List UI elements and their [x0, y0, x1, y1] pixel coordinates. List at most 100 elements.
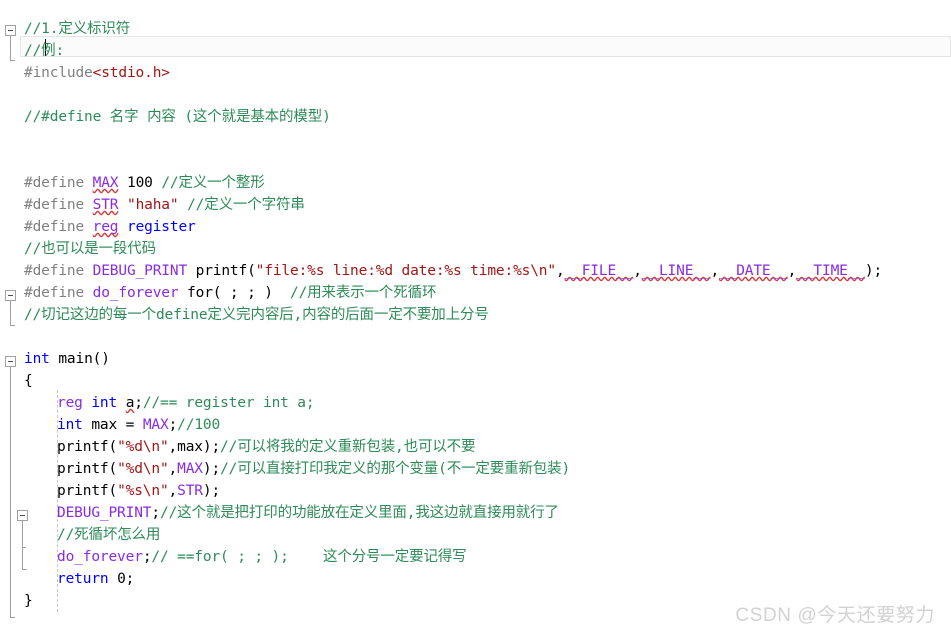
- code-line-5[interactable]: //#define 名字 内容 (这个就是基本的模型): [24, 106, 331, 128]
- code-line-1[interactable]: //1.定义标识符: [24, 18, 130, 40]
- code-line-19[interactable]: int max = MAX;//100: [57, 414, 220, 436]
- token-plain: ;: [151, 505, 160, 521]
- fold-toggle-region-3[interactable]: [5, 356, 16, 367]
- fold-toggle-region-4[interactable]: [17, 510, 28, 521]
- token-plain: ;: [134, 395, 143, 411]
- fold-bracket-tick-region-4: [22, 547, 26, 548]
- token-plain: printf(: [57, 461, 118, 477]
- code-line-21[interactable]: printf("%d\n",MAX);//可以直接打印我定义的那个变量(不一定要…: [57, 458, 570, 480]
- token-pre: #include: [24, 65, 93, 81]
- token-keyword: int: [24, 351, 50, 367]
- code-line-9[interactable]: #define STR "haha" //定义一个字符串: [24, 194, 305, 216]
- code-line-16[interactable]: int main(): [24, 348, 110, 370]
- token-plain: ,: [168, 461, 178, 477]
- token-header: <stdio.h>: [92, 65, 170, 81]
- token-comment: //== register int a;: [142, 395, 315, 411]
- token-comment: //也可以是一段代码: [24, 241, 156, 257]
- token-macro: do_forever: [57, 549, 143, 565]
- token-pre: #define: [24, 285, 93, 301]
- fold-toggle-region-2[interactable]: [5, 290, 16, 301]
- code-line-22[interactable]: printf("%s\n",STR);: [57, 480, 220, 502]
- token-keyword: register: [126, 219, 196, 235]
- token-comment: //切记这边的每一个define定义完内容后,内容的后面一定不要加上分号: [24, 307, 489, 323]
- token-comment: // ==for( ; ; ); 这个分号一定要记得写: [151, 549, 467, 565]
- token-macro: reg: [92, 219, 119, 235]
- code-line-12[interactable]: #define DEBUG_PRINT printf("file:%s line…: [24, 260, 882, 282]
- token-macro: MAX: [92, 175, 119, 191]
- code-line-4[interactable]: [24, 84, 33, 106]
- token-plain: }: [24, 593, 33, 609]
- code-line-17[interactable]: {: [24, 370, 33, 392]
- token-macro: __FILE__: [564, 263, 634, 279]
- token-plain: printf(: [57, 439, 118, 455]
- fold-bracket-region-4: [22, 521, 23, 569]
- token-plain: main(): [49, 351, 110, 367]
- token-string: "haha": [126, 197, 179, 213]
- fold-toggle-region-1[interactable]: [5, 25, 16, 36]
- token-comment: //1.定义标识符: [24, 21, 131, 37]
- token-plain: );: [202, 483, 221, 499]
- token-macro: __TIME__: [796, 263, 865, 279]
- token-plain: ,: [787, 263, 797, 279]
- fold-bracket-end-region-1: [10, 60, 15, 61]
- token-plain: ,: [633, 263, 642, 279]
- code-line-8[interactable]: #define MAX 100 //定义一个整形: [24, 172, 265, 194]
- token-pre: #define: [24, 263, 93, 279]
- code-line-23[interactable]: DEBUG_PRINT;//这个就是把打印的功能放在定义里面,我这边就直接用就行…: [57, 502, 559, 524]
- code-line-10[interactable]: #define reg register: [24, 216, 196, 238]
- token-string: "%d\n": [117, 439, 169, 455]
- code-line-26[interactable]: return 0;: [57, 568, 134, 590]
- token-pre: #define: [24, 197, 93, 213]
- token-comment: //死循坏怎么用: [57, 527, 161, 543]
- watermark: CSDN @今天还要努力: [735, 605, 935, 626]
- token-comment: //#define 名字 内容 (这个就是基本的模型): [24, 109, 331, 125]
- code-editor[interactable]: //1.定义标识符 //例: #include<stdio.h> //#define…: [0, 0, 951, 635]
- token-macro: do_forever: [92, 285, 179, 301]
- token-comment: //定义一个整形: [161, 175, 265, 191]
- code-line-20[interactable]: printf("%d\n",max);//可以将我的定义重新包装,也可以不要: [57, 436, 476, 458]
- token-plain: );: [202, 461, 221, 477]
- code-line-2[interactable]: //例:: [24, 40, 64, 62]
- code-line-3[interactable]: #include<stdio.h>: [24, 62, 170, 84]
- token-plain: ,: [168, 483, 178, 499]
- token-string: "%s\n": [117, 483, 169, 499]
- token-macro: DEBUG_PRINT: [57, 505, 152, 521]
- token-plain: printf(: [57, 483, 118, 499]
- token-macro: __LINE__: [641, 263, 711, 279]
- code-line-18[interactable]: reg int a;//== register int a;: [57, 392, 315, 414]
- token-plain: ;: [125, 571, 135, 587]
- code-line-24[interactable]: //死循坏怎么用: [57, 524, 160, 546]
- fold-bracket-region-1: [10, 36, 11, 60]
- token-plain: {: [24, 373, 33, 389]
- code-line-25[interactable]: do_forever;// ==for( ; ; ); 这个分号一定要记得写: [57, 546, 467, 568]
- token-plain: );: [864, 263, 883, 279]
- token-keyword: return: [57, 571, 109, 587]
- token-string: "file:%s line:%d date:%s time:%s\n": [255, 263, 556, 279]
- token-number: 100: [126, 175, 153, 191]
- code-line-7[interactable]: [24, 150, 33, 172]
- token-number: 0: [117, 571, 126, 587]
- code-line-15[interactable]: [24, 326, 33, 348]
- token-comment: //例:: [24, 43, 65, 59]
- code-line-27[interactable]: }: [24, 590, 33, 612]
- token-comment: //这个就是把打印的功能放在定义里面,我这边就直接用就行了: [159, 505, 559, 521]
- fold-bracket-region-2: [10, 301, 11, 325]
- token-macro: STR: [92, 197, 119, 213]
- token-macro: STR: [177, 483, 203, 499]
- token-pre: #define: [24, 219, 93, 235]
- code-line-6[interactable]: [24, 128, 33, 150]
- token-plain: ,: [555, 263, 565, 279]
- fold-bracket-end-region-2: [10, 325, 15, 326]
- token-keyword: int: [91, 395, 118, 411]
- code-line-11[interactable]: //也可以是一段代码: [24, 238, 156, 260]
- token-plain: for( ; ; ): [178, 285, 290, 301]
- code-line-14[interactable]: //切记这边的每一个define定义完内容后,内容的后面一定不要加上分号: [24, 304, 489, 326]
- code-line-13[interactable]: #define do_forever for( ; ; ) //用来表示一个死循…: [24, 282, 436, 304]
- fold-bracket-region-3: [10, 367, 11, 617]
